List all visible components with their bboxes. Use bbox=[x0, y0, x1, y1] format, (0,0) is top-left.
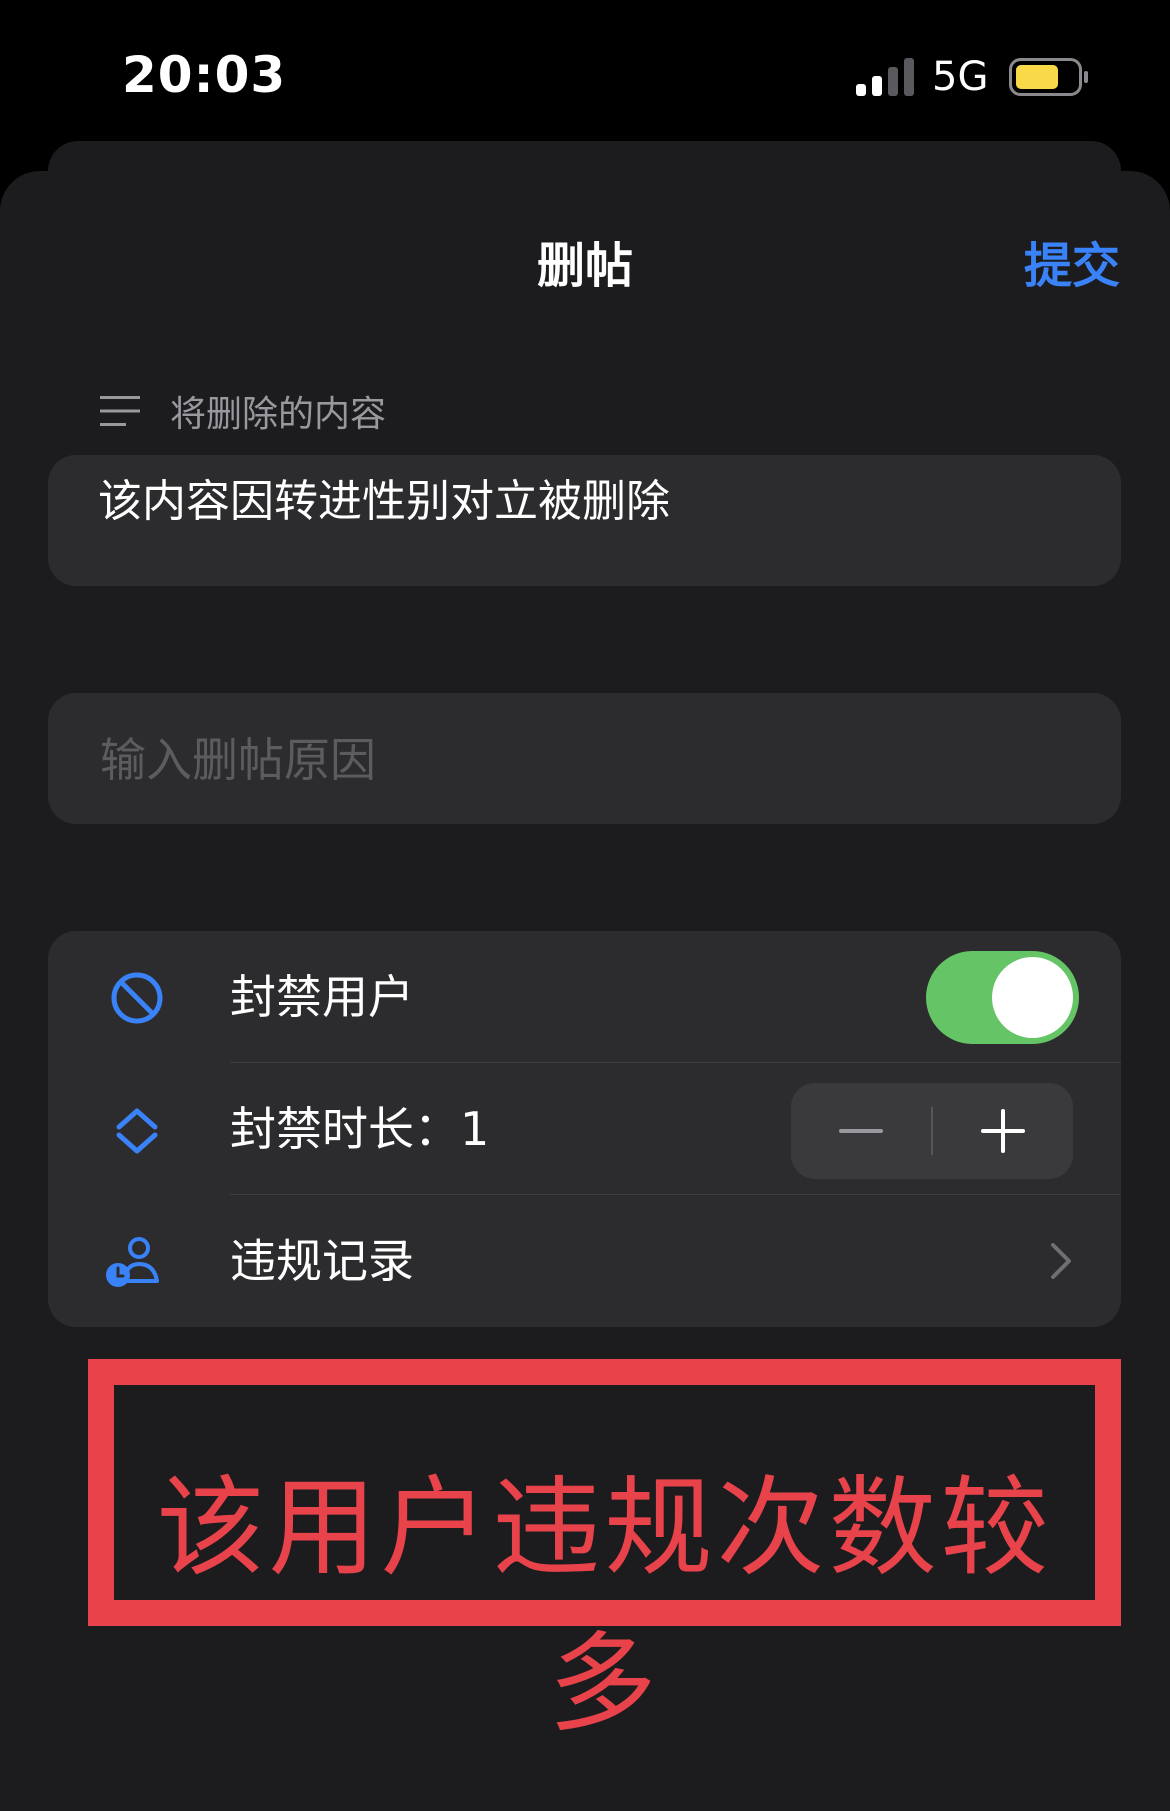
text-lines-icon bbox=[100, 396, 140, 426]
decrement-button[interactable] bbox=[791, 1083, 931, 1179]
chevron-right-icon bbox=[1051, 1243, 1071, 1279]
warning-text: 该用户违规次数较多 bbox=[156, 1466, 1053, 1747]
status-time: 20:03 bbox=[122, 46, 287, 104]
cellular-signal-icon bbox=[856, 58, 914, 96]
increment-button[interactable] bbox=[933, 1083, 1073, 1179]
network-type: 5G bbox=[932, 54, 989, 100]
ban-duration-row: 封禁时长：1 bbox=[48, 1063, 1121, 1195]
delete-reason-input[interactable] bbox=[98, 693, 1082, 826]
status-bar: 20:03 5G bbox=[0, 0, 1170, 150]
ban-user-label: 封禁用户 bbox=[230, 970, 414, 1024]
up-down-icon bbox=[116, 1108, 158, 1154]
deleted-content-box: 该内容因转进性别对立被删除 bbox=[48, 455, 1121, 586]
sheet-title: 删帖 bbox=[536, 238, 633, 294]
prohibited-icon bbox=[111, 972, 163, 1024]
content-section-header: 将删除的内容 bbox=[100, 386, 386, 436]
violation-records-label: 违规记录 bbox=[230, 1234, 414, 1288]
toggle-knob bbox=[992, 957, 1073, 1038]
submit-button[interactable]: 提交 bbox=[1024, 226, 1120, 296]
ban-user-toggle[interactable] bbox=[926, 951, 1079, 1044]
warning-annotation: 该用户违规次数较多 bbox=[88, 1359, 1121, 1747]
deleted-content-text: 该内容因转进性别对立被删除 bbox=[98, 476, 670, 527]
content-section-label: 将删除的内容 bbox=[170, 394, 387, 435]
ban-duration-stepper bbox=[791, 1083, 1073, 1179]
person-clock-icon bbox=[106, 1237, 159, 1287]
ban-settings-group: 封禁用户 封禁时长：1 违规记录 bbox=[48, 931, 1121, 1327]
violation-records-row[interactable]: 违规记录 bbox=[48, 1195, 1121, 1327]
battery-icon bbox=[1009, 58, 1088, 96]
reason-input-container[interactable] bbox=[48, 693, 1121, 826]
delete-post-sheet: 删帖 提交 将删除的内容 该内容因转进性别对立被删除 封禁用户 bbox=[0, 171, 1170, 1811]
ban-user-row: 封禁用户 bbox=[48, 931, 1121, 1063]
ban-duration-label: 封禁时长：1 bbox=[230, 1102, 490, 1156]
